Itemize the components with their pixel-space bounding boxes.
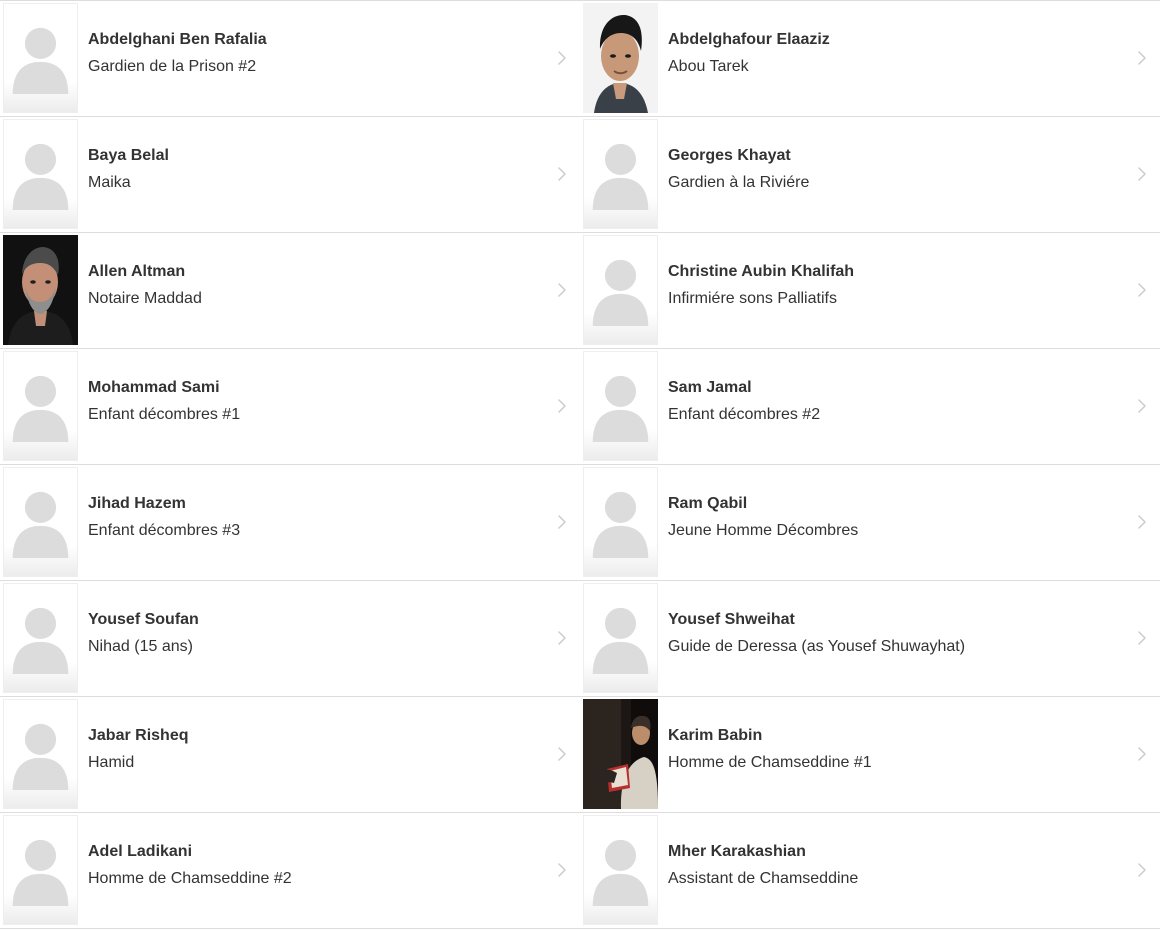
actor-name: Christine Aubin Khalifah — [668, 263, 855, 280]
actor-name: Georges Khayat — [668, 147, 791, 164]
actor-name: Mher Karakashian — [668, 843, 806, 860]
cast-text: Jihad Hazem Enfant décombres #3 — [88, 465, 240, 541]
person-silhouette-icon — [3, 699, 78, 809]
character-name: Guide de Deressa (as Yousef Shuwayhat) — [668, 638, 966, 655]
chevron-right-icon — [555, 861, 569, 879]
person-silhouette-icon — [3, 583, 78, 693]
character-name: Homme de Chamseddine #1 — [668, 754, 872, 771]
chevron-right-icon — [1135, 397, 1149, 415]
person-silhouette-icon — [3, 119, 78, 229]
person-silhouette-icon — [3, 351, 78, 461]
person-silhouette-icon — [583, 119, 658, 229]
cast-list-item[interactable]: Georges Khayat Gardien à la Riviére — [580, 117, 1160, 233]
cast-text: Yousef Soufan Nihad (15 ans) — [88, 581, 199, 657]
chevron-right-icon — [555, 281, 569, 299]
person-silhouette-icon — [583, 351, 658, 461]
cast-text: Georges Khayat Gardien à la Riviére — [668, 117, 809, 193]
cast-list-item[interactable]: Allen Altman Notaire Maddad — [0, 233, 580, 349]
character-name: Enfant décombres #1 — [88, 406, 241, 423]
actor-name: Abdelghani Ben Rafalia — [88, 31, 267, 48]
cast-text: Yousef Shweihat Guide de Deressa (as Yous… — [668, 581, 965, 657]
cast-list-item[interactable]: Yousef Shweihat Guide de Deressa (as Yous… — [580, 581, 1160, 697]
character-name: Notaire Maddad — [88, 290, 202, 307]
cast-list: Abdelghani Ben Rafalia Gardien de la Pris… — [0, 0, 1160, 929]
actor-name: Adel Ladikani — [88, 843, 193, 860]
cast-text: Sam Jamal Enfant décombres #2 — [668, 349, 820, 425]
cast-list-item[interactable]: Baya Belal Maika — [0, 117, 580, 233]
cast-text: Karim Babin Homme de Chamseddine #1 — [668, 697, 872, 773]
cast-list-item[interactable]: Christine Aubin Khalifah Infirmiére sons … — [580, 233, 1160, 349]
chevron-right-icon — [1135, 281, 1149, 299]
cast-text: Baya Belal Maika — [88, 117, 169, 193]
cast-list-item[interactable]: Sam Jamal Enfant décombres #2 — [580, 349, 1160, 465]
character-name: Assistant de Chamseddine — [668, 870, 859, 887]
cast-text: Christine Aubin Khalifah Infirmiére sons … — [668, 233, 854, 309]
actor-name: Allen Altman — [88, 263, 186, 280]
actor-photo — [583, 699, 658, 809]
person-silhouette-icon — [3, 3, 78, 113]
person-silhouette-icon — [583, 467, 658, 577]
chevron-right-icon — [555, 397, 569, 415]
chevron-right-icon — [555, 745, 569, 763]
cast-text: Ram Qabil Jeune Homme Décombres — [668, 465, 858, 541]
actor-name: Jihad Hazem — [88, 495, 186, 512]
character-name: Maika — [88, 174, 131, 191]
character-name: Nihad (15 ans) — [88, 638, 193, 655]
character-name: Homme de Chamseddine #2 — [88, 870, 292, 887]
cast-list-item[interactable]: Abdelghafour Elaaziz Abou Tarek — [580, 1, 1160, 117]
actor-name: Sam Jamal — [668, 379, 752, 396]
actor-name: Ram Qabil — [668, 495, 748, 512]
actor-name: Karim Babin — [668, 727, 763, 744]
cast-list-item[interactable]: Mohammad Sami Enfant décombres #1 — [0, 349, 580, 465]
chevron-right-icon — [555, 629, 569, 647]
person-silhouette-icon — [583, 815, 658, 925]
cast-list-item[interactable]: Mher Karakashian Assistant de Chamseddine — [580, 813, 1160, 929]
actor-name: Yousef Soufan — [88, 611, 199, 628]
chevron-right-icon — [1135, 861, 1149, 879]
actor-name: Mohammad Sami — [88, 379, 220, 396]
actor-photo — [583, 3, 658, 113]
chevron-right-icon — [555, 49, 569, 67]
character-name: Enfant décombres #2 — [668, 406, 821, 423]
cast-text: Allen Altman Notaire Maddad — [88, 233, 202, 309]
actor-name: Yousef Shweihat — [668, 611, 795, 628]
cast-list-item[interactable]: Jabar Risheq Hamid — [0, 697, 580, 813]
actor-name: Baya Belal — [88, 147, 169, 164]
cast-list-item[interactable]: Yousef Soufan Nihad (15 ans) — [0, 581, 580, 697]
character-name: Enfant décombres #3 — [88, 522, 241, 539]
cast-text: Mher Karakashian Assistant de Chamseddine — [668, 813, 858, 889]
cast-list-item[interactable]: Ram Qabil Jeune Homme Décombres — [580, 465, 1160, 581]
cast-text: Abdelghafour Elaaziz Abou Tarek — [668, 1, 830, 77]
chevron-right-icon — [555, 513, 569, 531]
character-name: Gardien à la Riviére — [668, 174, 810, 191]
cast-list-item[interactable]: Jihad Hazem Enfant décombres #3 — [0, 465, 580, 581]
cast-text: Abdelghani Ben Rafalia Gardien de la Pris… — [88, 1, 267, 77]
chevron-right-icon — [1135, 513, 1149, 531]
character-name: Hamid — [88, 754, 135, 771]
character-name: Gardien de la Prison #2 — [88, 58, 257, 75]
chevron-right-icon — [555, 165, 569, 183]
actor-name: Jabar Risheq — [88, 727, 189, 744]
cast-list-item[interactable]: Adel Ladikani Homme de Chamseddine #2 — [0, 813, 580, 929]
person-silhouette-icon — [3, 815, 78, 925]
actor-name: Abdelghafour Elaaziz — [668, 31, 830, 48]
character-name: Jeune Homme Décombres — [668, 522, 859, 539]
cast-list-item[interactable]: Abdelghani Ben Rafalia Gardien de la Pris… — [0, 1, 580, 117]
cast-text: Mohammad Sami Enfant décombres #1 — [88, 349, 240, 425]
cast-text: Jabar Risheq Hamid — [88, 697, 188, 773]
person-silhouette-icon — [583, 583, 658, 693]
character-name: Infirmiére sons Palliatifs — [668, 290, 837, 307]
chevron-right-icon — [1135, 165, 1149, 183]
person-silhouette-icon — [583, 235, 658, 345]
cast-text: Adel Ladikani Homme de Chamseddine #2 — [88, 813, 292, 889]
chevron-right-icon — [1135, 745, 1149, 763]
actor-photo — [3, 235, 78, 345]
chevron-right-icon — [1135, 49, 1149, 67]
cast-list-item[interactable]: Karim Babin Homme de Chamseddine #1 — [580, 697, 1160, 813]
chevron-right-icon — [1135, 629, 1149, 647]
person-silhouette-icon — [3, 467, 78, 577]
character-name: Abou Tarek — [668, 58, 749, 75]
